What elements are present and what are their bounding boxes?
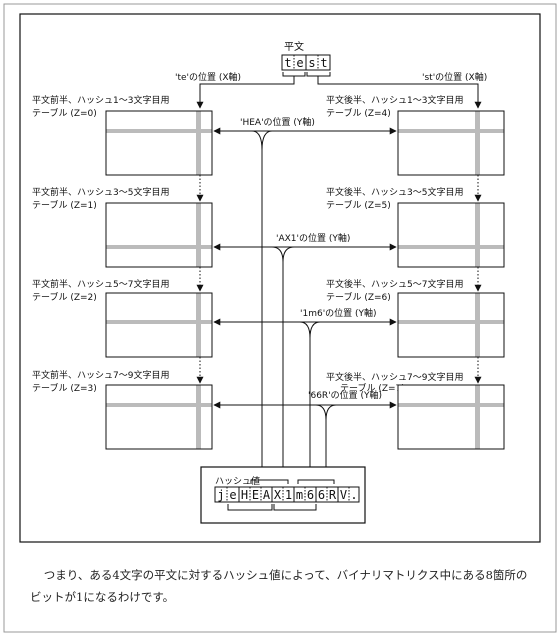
st-position-label: 'st'の位置 (X軸) [422, 71, 487, 83]
left-table-z3: 平文前半、ハッシュ7～9文字目用 テーブル (Z=3) [32, 369, 213, 450]
plaintext-char: s [308, 56, 315, 70]
plaintext-char: t [320, 56, 327, 70]
caption-text: つまり、ある4文字の平文に対するハッシュ値によって、バイナリマトリクス中にある8… [30, 568, 528, 604]
table-subtitle: テーブル (Z=4) [326, 107, 391, 119]
figure-border [19, 13, 541, 543]
hash-char: X [274, 488, 282, 502]
table-subtitle: テーブル (Z=1) [32, 199, 97, 211]
hash-char: j [217, 488, 224, 502]
y-label-66r: '66R'の位置 (Y軸) [308, 389, 382, 401]
right-table-z7: 平文後半、ハッシュ7～9文字目用 テーブル (Z=7) [326, 371, 505, 450]
right-table-z4: 平文後半、ハッシュ1～3文字目用 テーブル (Z=4) [326, 94, 505, 176]
hash-connectors [251, 130, 337, 470]
hash-char: A [263, 488, 271, 502]
table-title: 平文前半、ハッシュ7～9文字目用 [32, 369, 169, 381]
y-label-1m6: '1m6'の位置 (Y軸) [300, 307, 377, 319]
left-table-z2: 平文前半、ハッシュ5～7文字目用 テーブル (Z=2) [32, 278, 213, 358]
hash-char: H [241, 488, 248, 502]
hash-diagram: 平文 t e s t 'te'の位置 (X軸) 'st'の位置 (X軸) 平文前… [3, 3, 557, 633]
table-subtitle: テーブル (Z=6) [326, 291, 391, 303]
table-title: 平文前半、ハッシュ5～7文字目用 [32, 278, 169, 290]
table-title: 平文後半、ハッシュ7～9文字目用 [326, 371, 463, 383]
table-title: 平文後半、ハッシュ5～7文字目用 [326, 278, 463, 290]
hash-char: e [229, 488, 236, 502]
table-title: 平文後半、ハッシュ1～3文字目用 [326, 94, 463, 106]
y-label-ax1: 'AX1'の位置 (Y軸) [276, 232, 350, 244]
te-position-label: 'te'の位置 (X軸) [175, 71, 241, 83]
left-table-z0: 平文前半、ハッシュ1～3文字目用 テーブル (Z=0) [32, 94, 213, 176]
table-subtitle: テーブル (Z=5) [326, 199, 391, 211]
hash-char: m [296, 488, 303, 502]
hash-cells: j e H E A X 1 m 6 6 R V . [214, 486, 360, 503]
table-title: 平文後半、ハッシュ3～5文字目用 [326, 186, 463, 198]
hash-char: 6 [307, 488, 314, 502]
hash-char: 1 [285, 488, 292, 502]
hash-char: R [329, 488, 337, 502]
plaintext-char: t [284, 56, 291, 70]
left-table-z1: 平文前半、ハッシュ3～5文字目用 テーブル (Z=1) [32, 186, 213, 268]
plaintext-char: e [296, 56, 303, 70]
plaintext-label: 平文 [284, 40, 304, 53]
table-subtitle: テーブル (Z=2) [32, 291, 97, 303]
table-subtitle: テーブル (Z=3) [32, 382, 97, 394]
right-table-z5: 平文後半、ハッシュ3～5文字目用 テーブル (Z=5) [326, 186, 505, 268]
table-subtitle: テーブル (Z=0) [32, 107, 97, 119]
table-title: 平文前半、ハッシュ3～5文字目用 [32, 186, 169, 198]
hash-char: V [340, 488, 347, 502]
hash-char: . [350, 488, 357, 502]
y-axis-arrows [213, 127, 397, 409]
hash-char: E [252, 488, 259, 502]
table-title: 平文前半、ハッシュ1～3文字目用 [32, 94, 169, 106]
plaintext-cells: t e s t [281, 54, 331, 71]
hash-char: 6 [318, 488, 325, 502]
y-label-hea: 'HEA'の位置 (Y軸) [240, 116, 315, 128]
hash-label: ハッシュ値 [215, 475, 260, 487]
